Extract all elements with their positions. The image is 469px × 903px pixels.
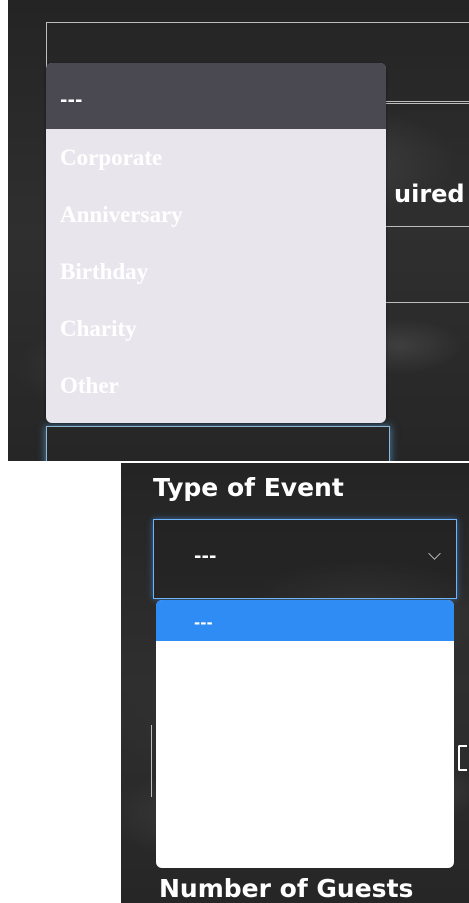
field-divider bbox=[386, 226, 469, 227]
event-type-dropdown-list[interactable]: --- Corporate Anniversary Birthday Chari… bbox=[46, 63, 386, 423]
event-type-select[interactable]: --- bbox=[153, 519, 457, 599]
field-divider bbox=[386, 101, 469, 102]
option-charity[interactable]: Charity bbox=[46, 300, 386, 357]
field-edge bbox=[151, 725, 152, 797]
number-of-guests-label: Number of Guests bbox=[159, 874, 414, 903]
type-of-event-label: Type of Event bbox=[153, 473, 344, 502]
option-birthday[interactable]: Birthday bbox=[46, 243, 386, 300]
chevron-down-icon bbox=[428, 547, 441, 560]
required-label-partial: uired bbox=[394, 180, 465, 208]
field-divider bbox=[386, 302, 469, 303]
focused-field[interactable] bbox=[46, 426, 390, 461]
option-corporate[interactable]: Corporate bbox=[46, 129, 386, 186]
partial-icon bbox=[458, 745, 467, 771]
option-other[interactable]: Other bbox=[46, 357, 386, 414]
form-panel-top: uired --- Corporate Anniversary Birthday… bbox=[8, 0, 469, 461]
option-anniversary[interactable]: Anniversary bbox=[46, 186, 386, 243]
option-placeholder[interactable]: --- bbox=[156, 600, 454, 641]
select-current-value: --- bbox=[194, 546, 217, 567]
form-panel-bottom: Type of Event --- --- Number of Guests bbox=[121, 463, 469, 903]
option-placeholder[interactable]: --- bbox=[46, 63, 386, 129]
event-type-options-list[interactable]: --- bbox=[156, 600, 454, 868]
